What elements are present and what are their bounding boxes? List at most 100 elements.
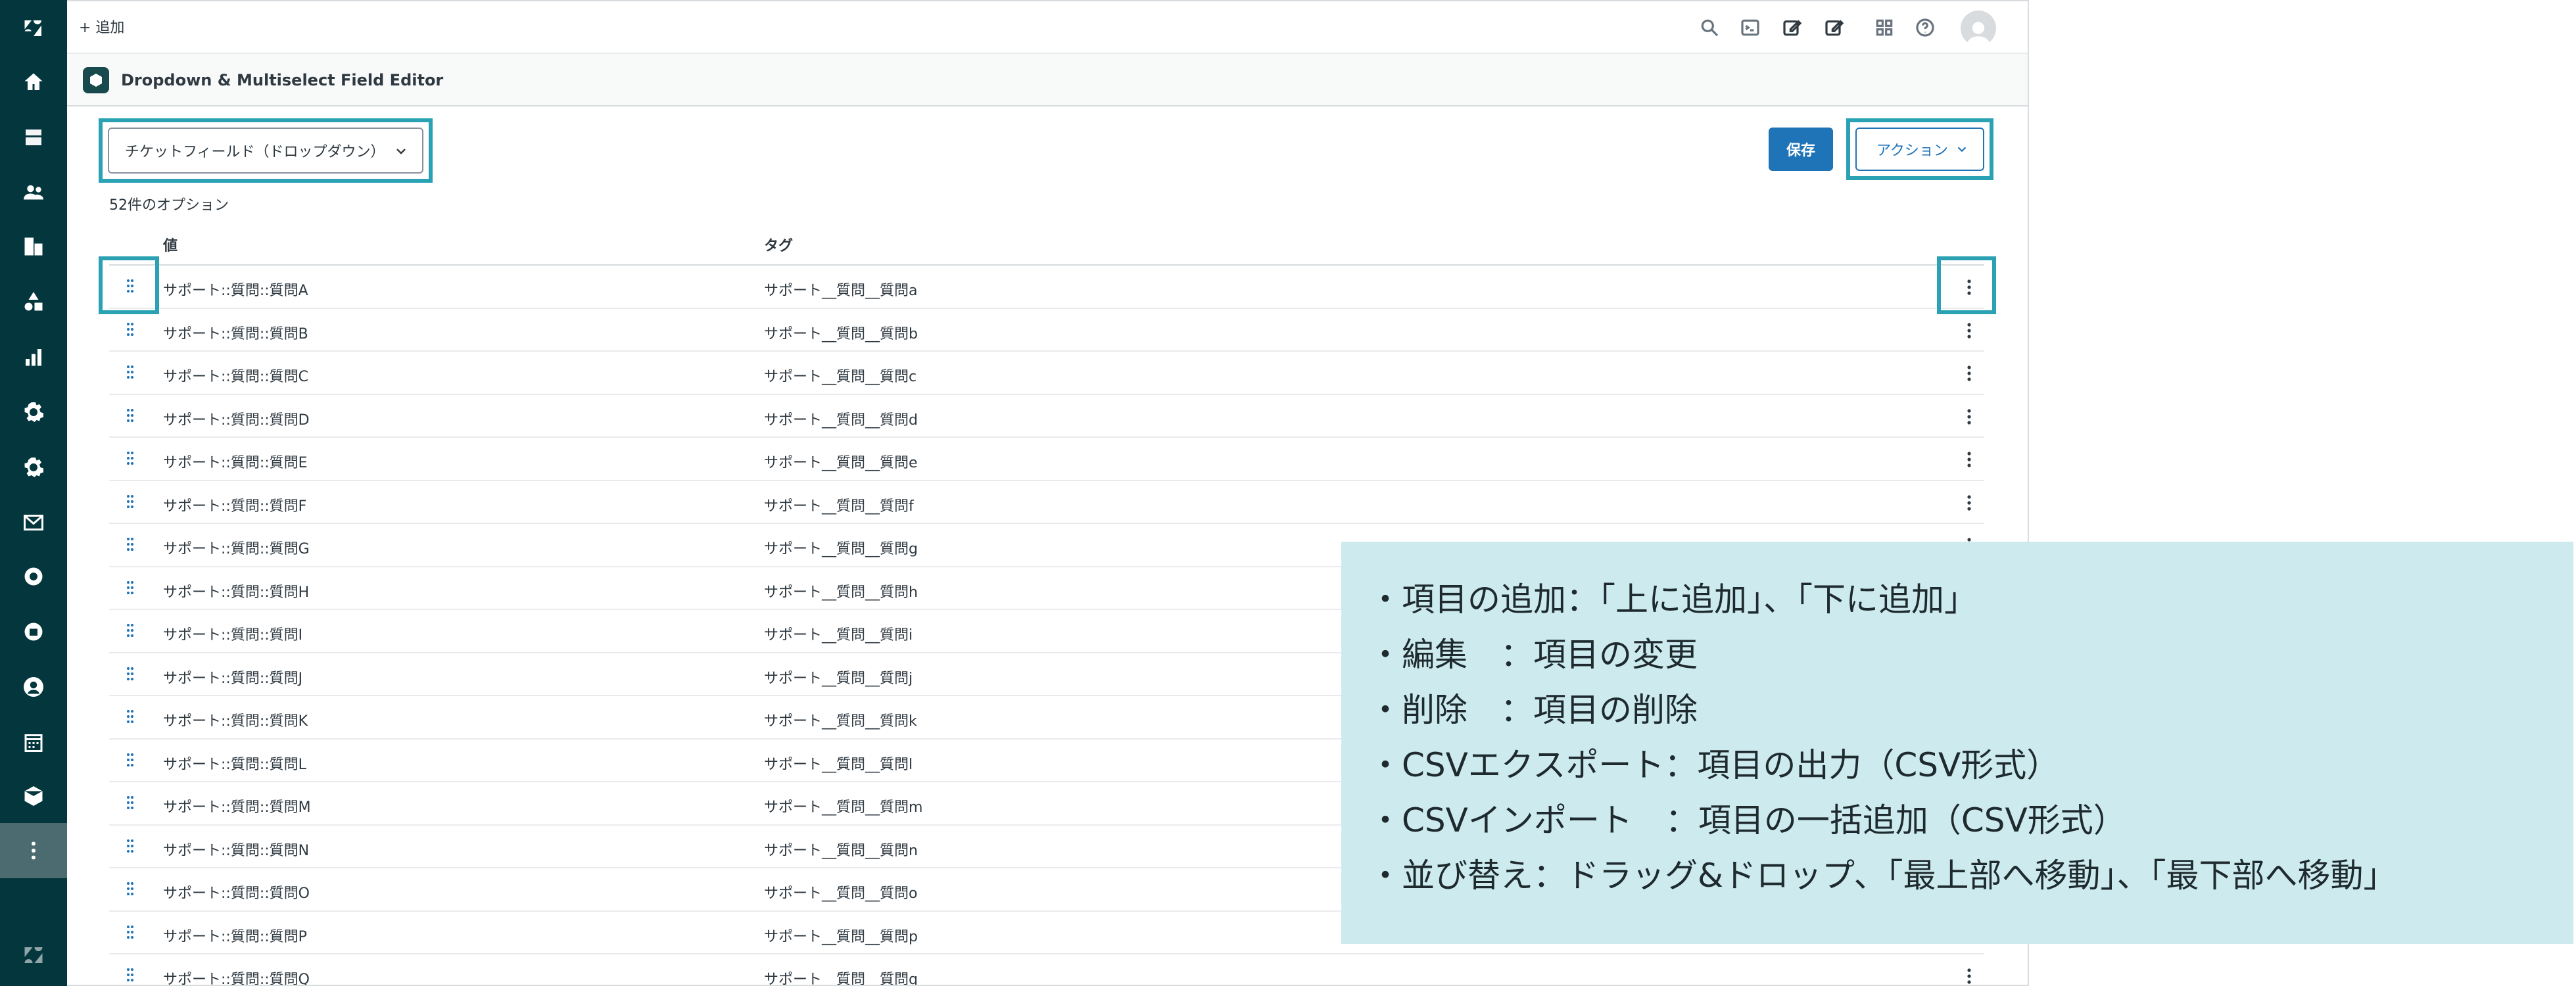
info-line: ・CSVインポート ：項目の一括追加（CSV形式） bbox=[1369, 801, 2126, 839]
calendar-icon[interactable] bbox=[0, 726, 67, 759]
drag-handle-icon[interactable] bbox=[126, 925, 134, 939]
home-icon[interactable] bbox=[0, 66, 67, 99]
info-panel: ・項目の追加：「上に追加」、「下に追加」 ・編集 ：項目の変更 ・削除 ：項目の削除… bbox=[1341, 542, 2573, 944]
package-icon[interactable] bbox=[0, 780, 67, 812]
column-header-value: 値 bbox=[163, 238, 178, 254]
sidebar bbox=[0, 0, 67, 986]
knowledge-icon[interactable] bbox=[0, 615, 67, 648]
option-tag: サポート__質問__質問b bbox=[764, 325, 918, 342]
option-value: サポート::質問::質問K bbox=[163, 713, 308, 730]
drag-handle-icon[interactable] bbox=[126, 882, 134, 896]
info-line: ・削除 ：項目の削除 bbox=[1369, 691, 1698, 729]
mail-icon[interactable] bbox=[0, 506, 67, 539]
option-value: サポート::質問::質問Q bbox=[163, 972, 310, 986]
option-tag: サポート__質問__質問j bbox=[764, 670, 913, 687]
search-icon[interactable] bbox=[1696, 14, 1723, 41]
option-value: サポート::質問::質問O bbox=[163, 885, 310, 902]
info-line: ・編集 ：項目の変更 bbox=[1369, 636, 1698, 674]
row-menu-highlight bbox=[1937, 256, 1996, 314]
app-title: Dropdown & Multiselect Field Editor bbox=[121, 71, 444, 89]
drag-handle-icon[interactable] bbox=[126, 795, 134, 810]
avatar[interactable] bbox=[1961, 11, 1996, 46]
drag-handle-icon[interactable] bbox=[126, 494, 134, 509]
search-app-icon[interactable] bbox=[0, 560, 67, 593]
drag-handle-icon[interactable] bbox=[126, 839, 134, 853]
option-tag: サポート__質問__質問p bbox=[764, 928, 918, 945]
reporting-icon[interactable] bbox=[0, 341, 67, 373]
app-icon bbox=[83, 67, 109, 93]
row-menu-icon[interactable] bbox=[1958, 448, 1980, 471]
option-value: サポート::質問::質問D bbox=[163, 412, 310, 429]
drag-handle-icon[interactable] bbox=[126, 451, 134, 465]
drag-handle-icon[interactable] bbox=[126, 580, 134, 595]
info-line: ・並び替え：ドラッグ&ドロップ、「最上部へ移動」、「最下部へ移動」 bbox=[1369, 857, 2397, 895]
table-row: サポート::質問::質問B サポート__質問__質問b bbox=[109, 309, 1984, 352]
option-value: サポート::質問::質問A bbox=[163, 283, 308, 299]
option-value: サポート::質問::質問H bbox=[163, 584, 310, 601]
more-apps-icon[interactable] bbox=[0, 823, 67, 878]
option-tag: サポート__質問__質問q bbox=[764, 972, 918, 986]
row-menu-icon[interactable] bbox=[1958, 965, 1980, 985]
drag-handle-icon[interactable] bbox=[126, 753, 134, 767]
drag-handle-icon[interactable] bbox=[126, 667, 134, 681]
organizations-icon[interactable] bbox=[0, 230, 67, 263]
drag-handle-icon[interactable] bbox=[126, 408, 134, 423]
option-count: 52件のオプション bbox=[109, 197, 229, 214]
settings-gear-icon[interactable] bbox=[0, 451, 67, 484]
option-value: サポート::質問::質問J bbox=[163, 670, 303, 687]
field-select-highlight bbox=[99, 118, 433, 183]
compose-icon[interactable] bbox=[1821, 14, 1848, 41]
top-bar: + 追加 bbox=[67, 1, 2028, 54]
info-line: ・CSVエクスポート：項目の出力（CSV形式） bbox=[1369, 746, 2060, 784]
option-tag: サポート__質問__質問m bbox=[764, 799, 923, 816]
option-value: サポート::質問::質問E bbox=[163, 455, 308, 471]
app-header: Dropdown & Multiselect Field Editor bbox=[67, 54, 2028, 106]
actions-button-highlight bbox=[1846, 118, 1993, 180]
option-tag: サポート__質問__質問k bbox=[764, 713, 917, 730]
option-value: サポート::質問::質問F bbox=[163, 498, 307, 515]
drag-handle-icon[interactable] bbox=[126, 537, 134, 552]
edit-icon[interactable] bbox=[1779, 14, 1805, 41]
console-icon[interactable] bbox=[1737, 14, 1763, 41]
option-tag: サポート__質問__質問l bbox=[764, 756, 913, 773]
table-row: サポート::質問::質問E サポート__質問__質問e bbox=[109, 438, 1984, 481]
table-row: サポート::質問::質問C サポート__質問__質問c bbox=[109, 352, 1984, 395]
profile-app-icon[interactable] bbox=[0, 670, 67, 703]
info-line: ・項目の追加：「上に追加」、「下に追加」 bbox=[1369, 580, 1977, 619]
admin-gear-icon[interactable] bbox=[0, 396, 67, 429]
row-menu-icon[interactable] bbox=[1958, 406, 1980, 428]
option-tag: サポート__質問__質問i bbox=[764, 627, 913, 644]
table-row: サポート::質問::質問D サポート__質問__質問d bbox=[109, 395, 1984, 438]
zendesk-product-icon[interactable] bbox=[0, 939, 67, 972]
option-value: サポート::質問::質問L bbox=[163, 756, 306, 773]
product-tray-icon[interactable] bbox=[1871, 14, 1897, 41]
table-row: サポート::質問::質問Q サポート__質問__質問q bbox=[109, 954, 1984, 986]
row-menu-icon[interactable] bbox=[1958, 492, 1980, 514]
save-button[interactable]: 保存 bbox=[1769, 128, 1833, 171]
option-tag: サポート__質問__質問n bbox=[764, 842, 918, 859]
table-row: サポート::質問::質問A サポート__質問__質問a bbox=[109, 266, 1984, 309]
option-tag: サポート__質問__質問a bbox=[764, 283, 918, 299]
option-value: サポート::質問::質問M bbox=[163, 799, 311, 816]
option-tag: サポート__質問__質問c bbox=[764, 369, 917, 385]
help-icon[interactable] bbox=[1912, 14, 1938, 41]
option-tag: サポート__質問__質問f bbox=[764, 498, 914, 515]
inbox-icon[interactable] bbox=[0, 121, 67, 154]
row-menu-icon[interactable] bbox=[1958, 319, 1980, 342]
add-button[interactable]: + 追加 bbox=[79, 16, 124, 37]
row-menu-icon[interactable] bbox=[1958, 362, 1980, 385]
drag-handle-icon[interactable] bbox=[126, 322, 134, 337]
drag-handle-icon[interactable] bbox=[126, 365, 134, 379]
option-tag: サポート__質問__質問h bbox=[764, 584, 918, 601]
drag-handle-icon[interactable] bbox=[126, 968, 134, 982]
option-value: サポート::質問::質問P bbox=[163, 928, 307, 945]
objects-icon[interactable] bbox=[0, 285, 67, 318]
zendesk-logo-icon[interactable] bbox=[0, 12, 67, 45]
option-value: サポート::質問::質問I bbox=[163, 627, 303, 644]
option-tag: サポート__質問__質問d bbox=[764, 412, 918, 429]
users-icon[interactable] bbox=[0, 176, 67, 209]
option-tag: サポート__質問__質問e bbox=[764, 455, 918, 471]
drag-handle-icon[interactable] bbox=[126, 709, 134, 724]
option-value: サポート::質問::質問C bbox=[163, 369, 309, 385]
drag-handle-icon[interactable] bbox=[126, 623, 134, 638]
